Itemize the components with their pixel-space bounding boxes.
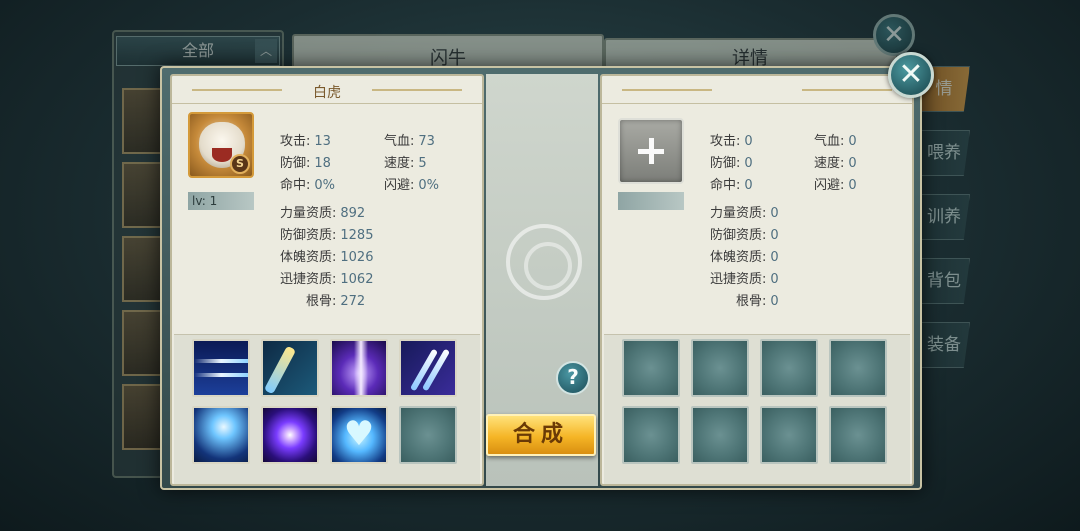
lightning-icon[interactable] [192, 406, 250, 464]
pet-level: lv: 1 [188, 192, 254, 210]
aptitude-defense: 防御资质: 1285 [280, 228, 374, 243]
ornament-divider [372, 89, 462, 91]
plus-icon-stroke [649, 138, 654, 164]
stat-hp: 气血: 73 [384, 134, 435, 149]
stat-defense: 防御: 18 [280, 156, 331, 171]
ornament-divider [622, 89, 712, 91]
tiger-mouth [212, 148, 232, 162]
side-tab-bag: 背包 [918, 258, 970, 304]
help-button[interactable]: ? [556, 361, 590, 395]
close-icon: ✕ [873, 14, 915, 56]
empty-skill-slot[interactable] [760, 339, 818, 397]
aptitude-strength: 力量资质: 0 [710, 206, 779, 221]
side-tab-train: 训养 [918, 194, 970, 240]
stat-hit: 命中: 0 [710, 178, 753, 193]
left-pet-card: 白虎 S lv: 1 攻击: 13 气血: 73 防御: 18 速度: 5 命中: 0% … [170, 74, 484, 486]
card-header: 白虎 [172, 76, 482, 104]
card-header [602, 76, 912, 104]
add-pet-button[interactable] [618, 118, 684, 184]
empty-skill-slot[interactable] [829, 406, 887, 464]
aptitude-agility: 迅捷资质: 1062 [280, 272, 374, 287]
stat-speed: 速度: 5 [384, 156, 427, 171]
compose-button[interactable]: 合成 [486, 414, 596, 456]
pet-name: 白虎 [313, 85, 341, 101]
empty-skill-slot[interactable] [622, 406, 680, 464]
side-tab-equip: 装备 [918, 322, 970, 368]
aptitude-physique: 体魄资质: 0 [710, 250, 779, 265]
aptitude-agility: 迅捷资质: 0 [710, 272, 779, 287]
filter-label: 全部 [181, 41, 214, 60]
chevron-up-icon: ︿ [255, 39, 277, 63]
purple-pillar-icon[interactable] [330, 339, 388, 397]
stat-hp: 气血: 0 [814, 134, 857, 149]
stat-hit: 命中: 0% [280, 178, 336, 193]
aptitude-root: 根骨: 272 [306, 294, 366, 309]
empty-skill-slot[interactable] [691, 339, 749, 397]
light-streak-icon[interactable] [192, 339, 250, 397]
claw-slash-icon[interactable] [399, 339, 457, 397]
stat-dodge: 闪避: 0 [814, 178, 857, 193]
dragon-emblem-icon [506, 224, 582, 300]
aptitude-physique: 体魄资质: 1026 [280, 250, 374, 265]
stat-speed: 速度: 0 [814, 156, 857, 171]
skill-grid [174, 334, 480, 484]
aptitude-strength: 力量资质: 892 [280, 206, 366, 221]
close-button[interactable]: ✕ [888, 52, 934, 98]
aptitude-defense: 防御资质: 0 [710, 228, 779, 243]
aptitude-root: 根骨: 0 [736, 294, 779, 309]
stat-defense: 防御: 0 [710, 156, 753, 171]
empty-skill-slot[interactable] [760, 406, 818, 464]
empty-skill-slot[interactable] [829, 339, 887, 397]
pet-level-empty [618, 192, 684, 210]
rank-badge: S [230, 154, 250, 174]
stat-dodge: 闪避: 0% [384, 178, 440, 193]
stat-attack: 攻击: 0 [710, 134, 753, 149]
stat-attack: 攻击: 13 [280, 134, 331, 149]
ornament-divider [802, 89, 892, 91]
skill-grid [604, 334, 910, 484]
empty-skill-slot[interactable] [622, 339, 680, 397]
empty-skill-slot[interactable] [691, 406, 749, 464]
filter-dropdown: 全部 ︿ [116, 36, 280, 66]
right-pet-card: 攻击: 0 气血: 0 防御: 0 速度: 0 命中: 0 闪避: 0 力量资质: 0 防御资… [600, 74, 914, 486]
dash-strike-icon[interactable] [261, 339, 319, 397]
empty-skill-slot[interactable] [399, 406, 457, 464]
side-tab-feed: 喂养 [918, 130, 970, 176]
blue-heart-icon[interactable] [330, 406, 388, 464]
purple-orb-icon[interactable] [261, 406, 319, 464]
pet-avatar[interactable]: S [188, 112, 254, 178]
pet-compose-dialog: 白虎 S lv: 1 攻击: 13 气血: 73 防御: 18 速度: 5 命中: 0% … [160, 66, 922, 490]
